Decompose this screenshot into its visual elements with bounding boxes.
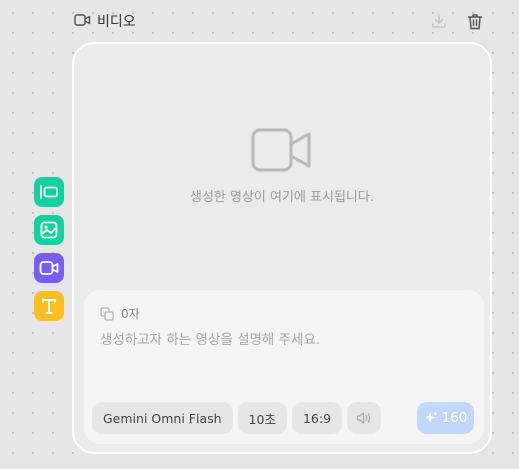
copy-icon[interactable] [100, 306, 114, 321]
tool-palette [34, 177, 64, 321]
trash-icon [467, 13, 483, 29]
prompt-input[interactable] [100, 328, 468, 384]
model-select[interactable]: Gemini Omni Flash [92, 402, 233, 434]
download-button[interactable] [429, 10, 449, 32]
video-camera-icon [251, 128, 311, 172]
sound-toggle[interactable] [347, 402, 382, 434]
placeholder-text: 생성한 영상이 여기에 표시됩니다. [190, 190, 374, 205]
sparkle-icon [424, 411, 438, 423]
generate-cost: 160 [441, 410, 468, 426]
text-icon [42, 299, 56, 314]
char-count-row: 0자 [100, 305, 140, 322]
output-placeholder: 생성한 영상이 여기에 표시됩니다. [74, 128, 490, 205]
speaker-icon [356, 412, 371, 424]
header-actions [429, 10, 485, 32]
aspect-ratio-select[interactable]: 16:9 [291, 402, 343, 434]
node-header: 비디오 [74, 10, 136, 32]
image-icon [40, 221, 58, 239]
node-title: 비디오 [97, 14, 136, 30]
frame-tool-button[interactable] [34, 177, 64, 207]
text-tool-button[interactable] [34, 291, 64, 321]
char-count: 0자 [121, 307, 140, 321]
prompt-panel: 0자 Gemini Omni Flash 10초 16:9 160 [84, 290, 484, 444]
video-node-card: 생성한 영상이 여기에 표시됩니다. 0자 Gemini Omni Flash … [72, 42, 492, 454]
video-icon [74, 12, 91, 31]
generate-button[interactable]: 160 [417, 402, 474, 434]
duration-select[interactable]: 10초 [237, 402, 287, 434]
image-tool-button[interactable] [34, 215, 64, 245]
video-icon [39, 261, 59, 275]
delete-button[interactable] [465, 10, 485, 32]
generation-controls: Gemini Omni Flash 10초 16:9 [92, 402, 382, 434]
download-icon [432, 14, 446, 28]
frame-icon [40, 185, 58, 199]
video-tool-button[interactable] [34, 253, 64, 283]
